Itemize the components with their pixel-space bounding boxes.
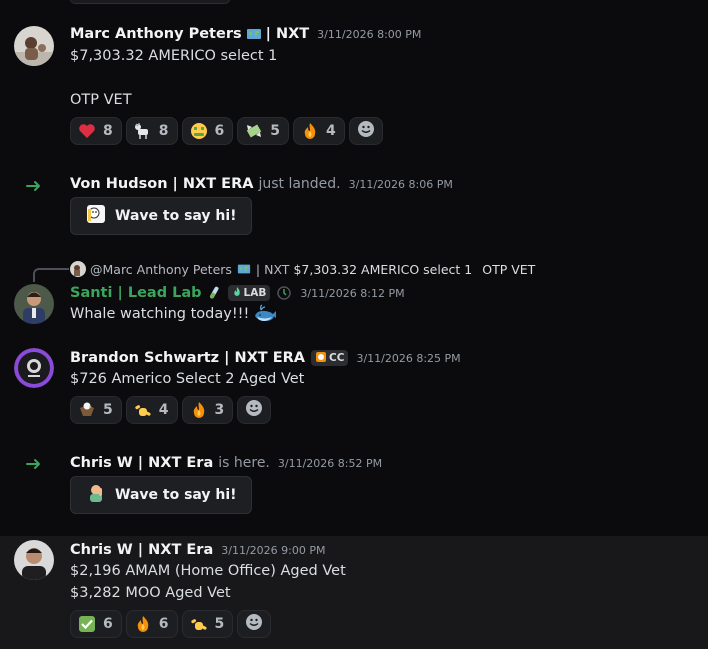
badge-tag-icon [315,351,327,366]
wave-button[interactable]: Wave to say hi! [70,476,252,514]
timestamp[interactable]: 3/11/2026 9:00 PM [221,544,325,557]
reaction-check[interactable]: 6 [70,610,122,638]
chat-log: Marc Anthony Peters | NXT 3/11/2026 8:00… [0,0,708,649]
reaction-bar: 5 4 3 [70,396,272,424]
whale-icon [253,304,277,324]
wave-button[interactable]: Wave to say hi! [70,197,252,235]
reaction-call-me[interactable]: 5 [181,610,234,638]
timestamp[interactable]: 3/11/2026 8:06 PM [349,178,453,191]
server-tag[interactable]: LAB [227,285,271,301]
timer-badge-icon [276,285,292,301]
avatar[interactable] [14,26,54,66]
avatar[interactable] [14,284,54,324]
join-text: just landed. [258,176,341,192]
reaction-money-wings[interactable]: 5 [237,117,289,145]
message-line: $3,282 MOO Aged Vet [70,585,231,601]
reaction-count: 5 [214,616,225,632]
reaction-bar: 8 8 6 5 4 [70,117,383,145]
fire-icon [133,614,153,634]
reaction-count: 6 [158,616,169,632]
reaction-bar: 6 6 5 [70,610,272,638]
message-marc: Marc Anthony Peters | NXT 3/11/2026 8:00… [0,0,708,160]
tag-label: LAB [243,287,267,299]
goat-icon [133,121,153,141]
server-tag[interactable]: CC [311,350,349,366]
add-reaction-button[interactable] [237,396,272,424]
heart-icon [77,121,97,141]
author-name[interactable]: Von Hudson | NXT ERA [70,176,253,192]
wave-sticker-icon [85,482,107,508]
message-line: Whale watching today!!! [70,306,250,322]
message-line: OTP VET [70,92,132,108]
join-text: is here. [218,455,270,471]
world-map-icon [246,26,262,42]
message-line: $2,196 AMAM (Home Office) Aged Vet [70,563,346,579]
reaction-money-mouth[interactable]: 6 [181,117,234,145]
smiley-icon [245,613,263,635]
join-arrow-icon [24,454,44,474]
reaction-count: 8 [158,123,169,139]
smiley-icon [245,399,263,421]
message-chris: Chris W | NXT Era 3/11/2026 9:00 PM $2,1… [0,536,708,649]
timestamp[interactable]: 3/11/2026 8:12 PM [300,287,404,300]
add-reaction-button[interactable] [348,117,383,145]
message-line: $7,303.32 AMERICO select 1 [70,48,278,64]
message-brandon: Brandon Schwartz | NXT ERA CC 3/11/2026 … [0,330,708,440]
message-santi: Santi | Lead Lab LAB 3/11/2026 8:12 PM W… [0,250,708,330]
timestamp[interactable]: 3/11/2026 8:25 PM [356,352,460,365]
message-line: $726 Americo Select 2 Aged Vet [70,371,305,387]
tag-label: CC [329,352,345,364]
eagle-icon [77,400,97,420]
money-mouth-face-icon [189,121,209,141]
reaction-count: 5 [270,123,280,139]
reaction-count: 3 [214,402,225,418]
author-name[interactable]: Santi | Lead Lab [70,285,202,301]
reaction-goat[interactable]: 8 [125,117,178,145]
avatar[interactable] [14,540,54,580]
author-name[interactable]: Brandon Schwartz | NXT ERA [70,350,305,366]
join-message-von: Von Hudson | NXT ERA just landed. 3/11/2… [0,160,708,250]
reaction-count: 6 [103,616,113,632]
join-arrow-icon [24,176,44,196]
author-name[interactable]: Chris W | NXT Era [70,542,213,558]
call-me-hand-icon [189,614,209,634]
reaction-eagle[interactable]: 5 [70,396,122,424]
join-message-chris: Chris W | NXT Era is here. 3/11/2026 8:5… [0,440,708,536]
reaction-fire[interactable]: 3 [181,396,234,424]
avatar[interactable] [14,348,54,388]
reaction-count: 6 [214,123,225,139]
reaction-count: 4 [326,123,336,139]
timestamp[interactable]: 3/11/2026 8:52 PM [278,457,382,470]
author-suffix: | NXT [265,26,310,42]
wave-label: Wave to say hi! [115,208,237,224]
reaction-fire[interactable]: 6 [125,610,178,638]
add-reaction-button[interactable] [237,610,272,638]
reaction-call-me[interactable]: 4 [125,396,178,424]
check-mark-button-icon [77,614,97,634]
author-name[interactable]: Marc Anthony Peters [70,26,242,42]
wave-label: Wave to say hi! [115,487,237,503]
fire-icon [189,400,209,420]
reaction-fire[interactable]: 4 [293,117,345,145]
flame-tag-icon [232,286,242,300]
money-with-wings-icon [244,121,264,141]
reaction-heart[interactable]: 8 [70,117,122,145]
reaction-count: 5 [103,402,113,418]
reaction-count: 4 [158,402,169,418]
author-name[interactable]: Chris W | NXT Era [70,455,213,471]
fire-icon [300,121,320,141]
reaction-count: 8 [103,123,113,139]
smiley-icon [357,120,375,142]
call-me-hand-icon [133,400,153,420]
timestamp[interactable]: 3/11/2026 8:00 PM [317,28,421,41]
wave-sticker-icon [85,203,107,229]
test-tube-icon [206,285,222,301]
